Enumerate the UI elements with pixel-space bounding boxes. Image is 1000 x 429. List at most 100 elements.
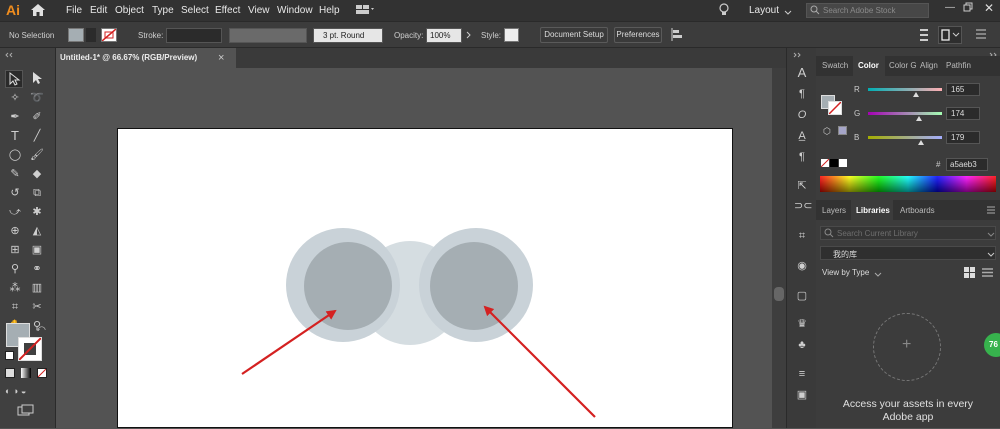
color-spectrum[interactable] xyxy=(820,176,996,192)
artboard-tool-icon[interactable]: ⌗ xyxy=(6,298,24,316)
color-mode-icon[interactable] xyxy=(5,368,15,378)
panel-menu-icon[interactable] xyxy=(975,28,987,40)
artboards-icon[interactable]: ▢ xyxy=(794,288,810,304)
panel-stroke-swatch[interactable] xyxy=(828,101,842,115)
r-slider-thumb[interactable] xyxy=(913,92,919,97)
opacity-label[interactable]: Opacity: xyxy=(394,31,423,40)
scale-tool-icon[interactable]: ⧉ xyxy=(28,184,46,202)
menu-help[interactable]: Help xyxy=(319,5,340,16)
line-segment-tool-icon[interactable]: ╱ xyxy=(28,127,46,145)
tab-artboards[interactable]: Artboards xyxy=(900,206,935,215)
g-value-input[interactable]: 174 xyxy=(946,107,980,120)
white-swatch[interactable] xyxy=(839,159,847,167)
menu-view[interactable]: View xyxy=(248,5,270,16)
mesh-tool-icon[interactable]: ⊞ xyxy=(6,241,24,259)
export-icon[interactable]: ⇱ xyxy=(794,178,810,194)
direct-selection-tool-icon[interactable] xyxy=(28,70,46,88)
puppet-warp-tool-icon[interactable]: ✱ xyxy=(28,203,46,221)
close-tab-icon[interactable]: × xyxy=(218,48,224,68)
warp-tool-icon[interactable]: ⤻ xyxy=(6,203,24,221)
add-asset-dropzone[interactable]: + xyxy=(873,313,941,381)
symbol-sprayer-tool-icon[interactable]: ⁂ xyxy=(6,279,24,297)
collapse-dock-icon[interactable] xyxy=(792,50,802,58)
document-tab[interactable]: Untitled-1* @ 66.67% (RGB/Preview) × xyxy=(56,48,236,68)
library-search-input[interactable]: Search Current Library xyxy=(820,226,996,240)
menu-object[interactable]: Object xyxy=(115,5,144,16)
appearance-icon[interactable]: ◉ xyxy=(794,258,810,274)
eraser-tool-icon[interactable]: ◆ xyxy=(28,165,46,183)
slice-tool-icon[interactable]: ✂ xyxy=(28,298,46,316)
view-by-type-dropdown[interactable]: View by Type xyxy=(822,268,869,277)
align-options-icon[interactable] xyxy=(671,28,685,42)
shaper-tool-icon[interactable]: ✎ xyxy=(6,165,24,183)
character-styles-icon[interactable]: A̲ xyxy=(794,128,810,144)
minimize-button[interactable]: — xyxy=(945,2,957,16)
tab-align[interactable]: Align xyxy=(920,61,938,70)
out-of-gamut-icon[interactable]: ⬡ xyxy=(823,126,831,137)
r-value-input[interactable]: 165 xyxy=(946,83,980,96)
default-fill-stroke-icon[interactable] xyxy=(5,351,14,360)
blend-tool-icon[interactable]: ⚭ xyxy=(28,260,46,278)
tab-layers[interactable]: Layers xyxy=(822,206,846,215)
g-slider[interactable] xyxy=(868,112,942,115)
rotate-tool-icon[interactable]: ↺ xyxy=(6,184,24,202)
document-setup-button[interactable]: Document Setup xyxy=(540,27,608,43)
stroke-weight-input[interactable] xyxy=(166,28,222,43)
curvature-tool-icon[interactable]: ✐ xyxy=(28,108,46,126)
workspace-switcher[interactable]: Layout xyxy=(749,5,779,16)
symbols-icon[interactable]: ♛ xyxy=(794,316,810,332)
home-icon[interactable] xyxy=(30,3,46,17)
type-tool-icon[interactable]: T xyxy=(6,127,24,145)
transform-panel-icon[interactable] xyxy=(938,26,962,44)
web-safe-swatch[interactable] xyxy=(838,126,847,135)
lasso-tool-icon[interactable]: ➰ xyxy=(28,89,46,107)
none-swatch[interactable] xyxy=(820,158,830,168)
character-panel-icon[interactable]: A xyxy=(794,65,810,81)
none-mode-icon[interactable] xyxy=(37,368,47,378)
menu-file[interactable]: File xyxy=(66,5,82,16)
restore-button[interactable] xyxy=(963,2,975,16)
close-window-button[interactable]: ✕ xyxy=(984,1,996,15)
paragraph-panel-icon[interactable]: ¶ xyxy=(794,86,810,102)
swap-fill-stroke-icon[interactable]: ⤺ xyxy=(36,323,46,333)
menu-edit[interactable]: Edit xyxy=(90,5,107,16)
selection-tool-icon[interactable] xyxy=(5,70,23,88)
eyedropper-tool-icon[interactable]: ⚲ xyxy=(6,260,24,278)
menu-type[interactable]: Type xyxy=(152,5,174,16)
r-slider[interactable] xyxy=(868,88,942,91)
stroke-color-box[interactable] xyxy=(18,337,42,361)
b-slider[interactable] xyxy=(868,136,942,139)
grid-view-icon[interactable] xyxy=(964,267,975,278)
links-icon[interactable]: ⊃⊂ xyxy=(794,198,812,214)
draw-mode-icon[interactable]: ◐ ◑ ◒ xyxy=(5,386,45,396)
hex-input[interactable]: a5aeb3 xyxy=(946,158,988,171)
column-graph-tool-icon[interactable]: ▥ xyxy=(28,279,46,297)
scroll-thumb[interactable] xyxy=(774,287,784,301)
gradient-tool-icon[interactable]: ▣ xyxy=(28,241,46,259)
tab-swatches[interactable]: Swatch xyxy=(822,61,848,70)
tab-color-guide[interactable]: Color G xyxy=(889,61,917,70)
ellipse-tool-icon[interactable]: ◯ xyxy=(6,146,24,164)
vertical-scrollbar[interactable] xyxy=(772,68,786,428)
magic-wand-tool-icon[interactable]: ✧ xyxy=(6,89,24,107)
list-view-icon[interactable] xyxy=(982,267,993,278)
fill-swatch[interactable] xyxy=(68,28,84,42)
shape-builder-tool-icon[interactable]: ⊕ xyxy=(6,222,24,240)
tab-pathfinder[interactable]: Pathfin xyxy=(946,61,971,70)
gradient-mode-icon[interactable] xyxy=(21,368,31,378)
menu-select[interactable]: Select xyxy=(181,5,209,16)
artboard[interactable] xyxy=(117,128,733,428)
g-slider-thumb[interactable] xyxy=(916,116,922,121)
b-slider-thumb[interactable] xyxy=(918,140,924,145)
stock-search-input[interactable]: Search Adobe Stock xyxy=(806,3,929,18)
menu-effect[interactable]: Effect xyxy=(215,5,240,16)
stroke-dropdown-chevron-icon[interactable] xyxy=(119,28,129,42)
opacity-input[interactable]: 100% xyxy=(426,28,462,43)
fill-dropdown-chevron-icon[interactable] xyxy=(86,28,96,42)
notification-badge[interactable]: 76 xyxy=(984,333,1000,357)
b-value-input[interactable]: 179 xyxy=(946,131,980,144)
variable-width-profile[interactable] xyxy=(229,28,307,43)
chevron-right-icon[interactable] xyxy=(466,31,472,39)
brushes-icon[interactable]: ♣ xyxy=(794,337,810,353)
stroke-panel-icon[interactable]: ≡ xyxy=(794,366,810,382)
